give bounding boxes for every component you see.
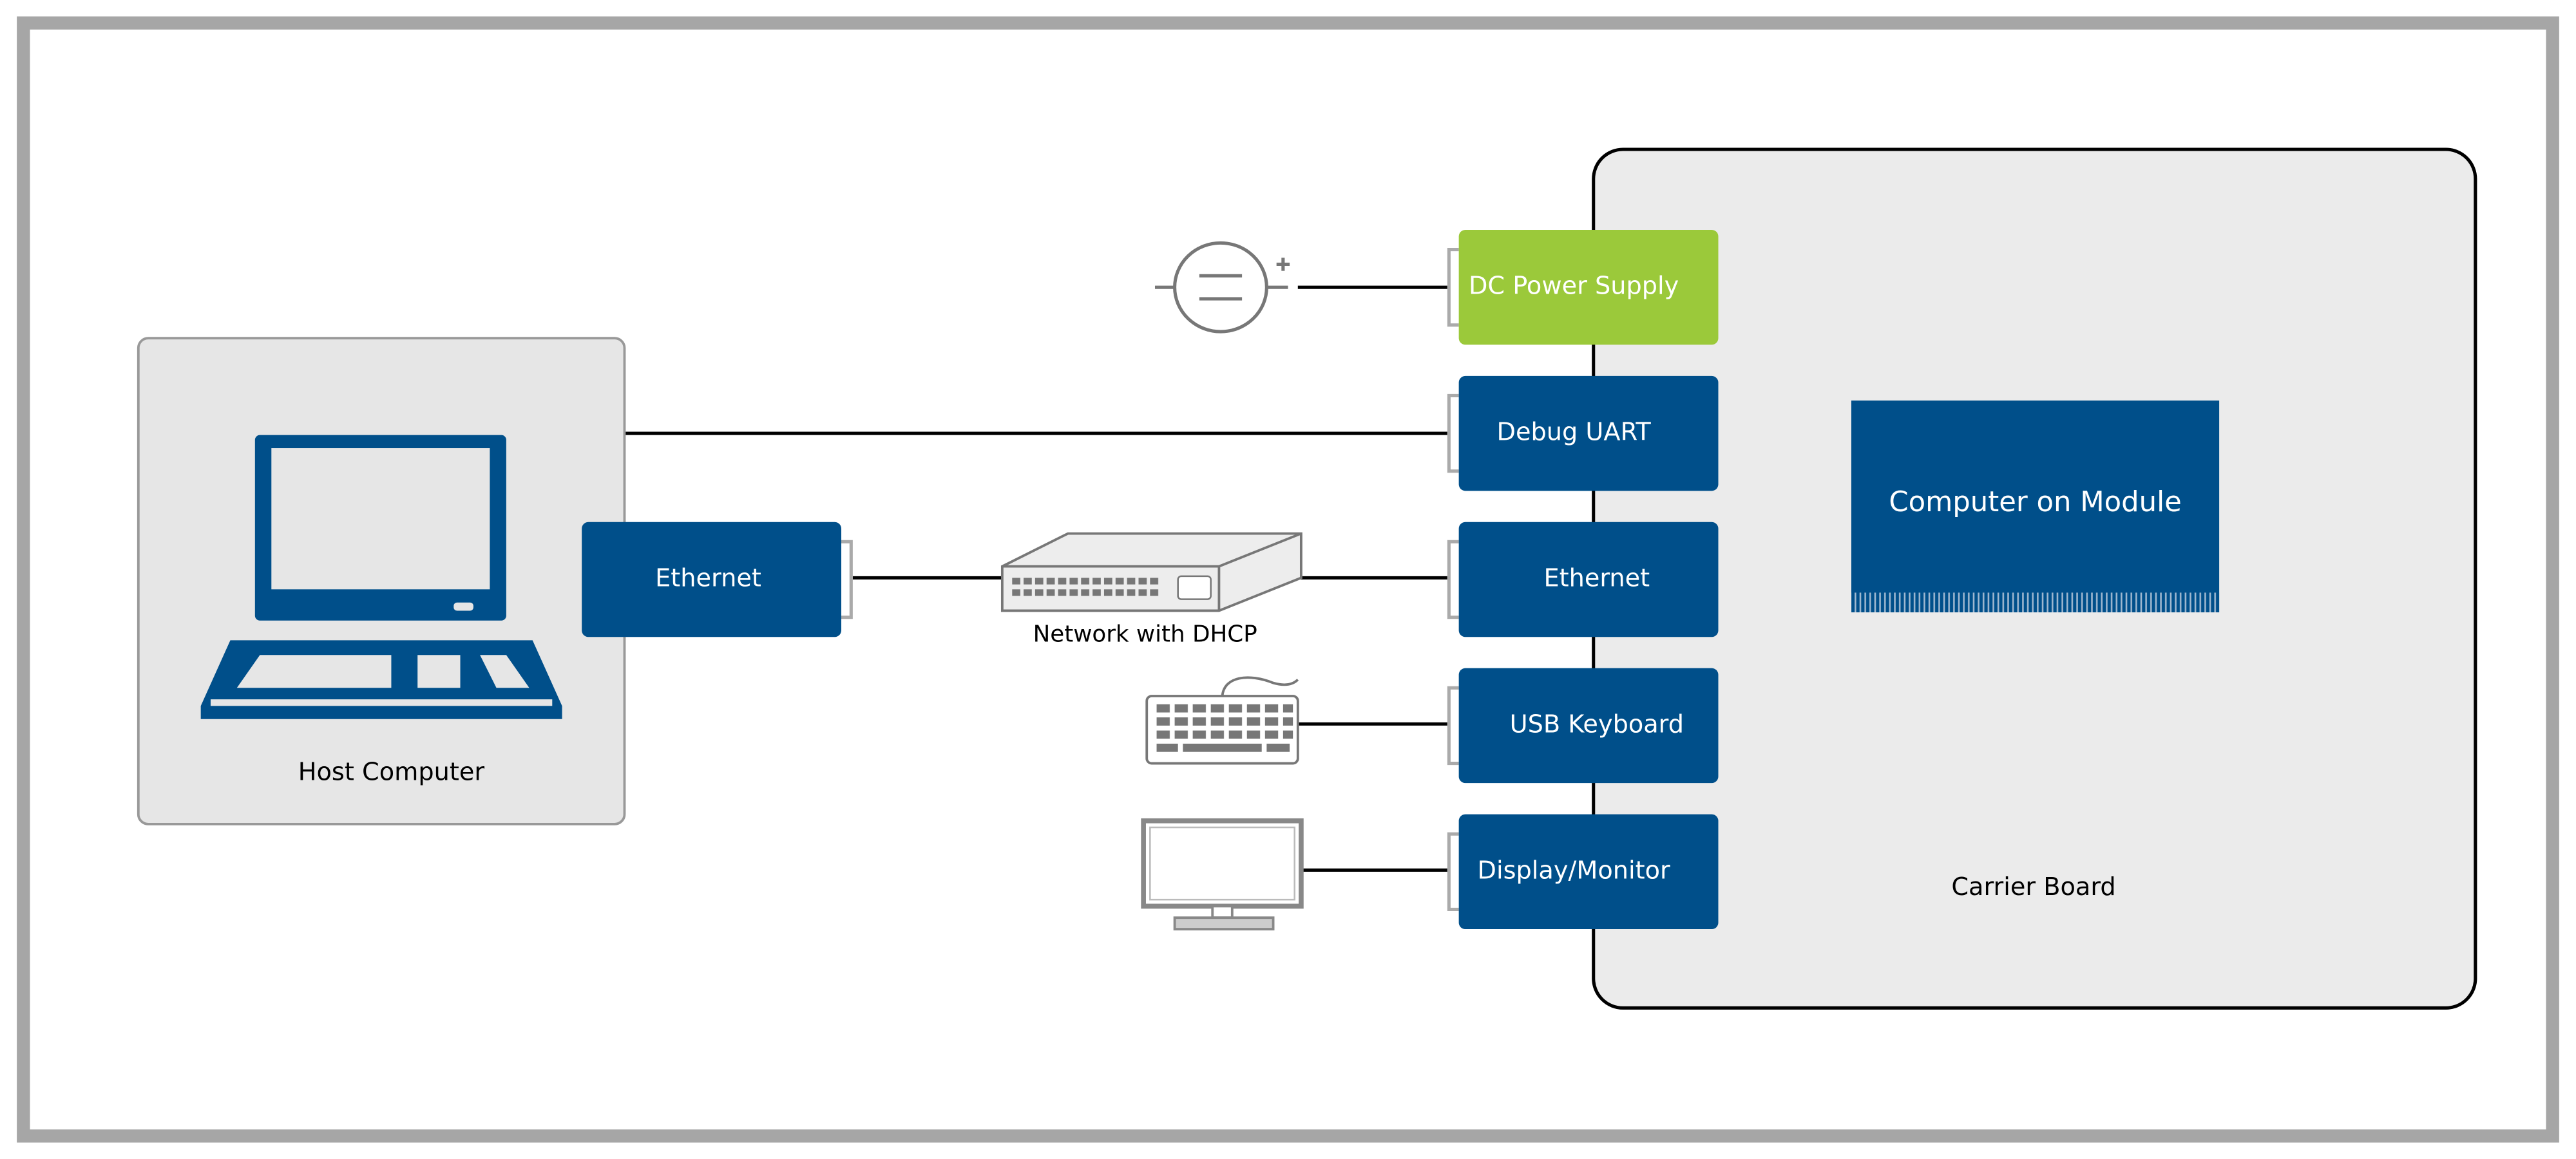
svg-text:DC Power Supply: DC Power Supply [1469, 272, 1679, 301]
port-dc-power-supply: DC Power Supply [1447, 229, 1719, 345]
host-computer-label: Host Computer [298, 758, 485, 786]
port-display-monitor: Display/Monitor [1447, 814, 1719, 930]
svg-text:Ethernet: Ethernet [1543, 565, 1650, 593]
port-ethernet: Ethernet [1447, 522, 1719, 637]
svg-text:Ethernet: Ethernet [655, 565, 761, 593]
svg-text:USB Keyboard: USB Keyboard [1510, 710, 1684, 739]
carrier-board-label: Carrier Board [1951, 873, 2115, 901]
svg-text:Debug UART: Debug UART [1497, 419, 1652, 447]
system-diagram: Carrier Board Computer on Module DC Powe… [17, 16, 2559, 1143]
host-ethernet-port: Ethernet [582, 522, 853, 637]
svg-text:Display/Monitor: Display/Monitor [1478, 856, 1670, 885]
network-label: Network with DHCP [1033, 621, 1257, 648]
computer-on-module: Computer on Module [1851, 400, 2220, 612]
module-label: Computer on Module [1889, 486, 2181, 518]
port-usb-keyboard: USB Keyboard [1447, 668, 1719, 784]
port-debug-uart: Debug UART [1447, 375, 1719, 491]
